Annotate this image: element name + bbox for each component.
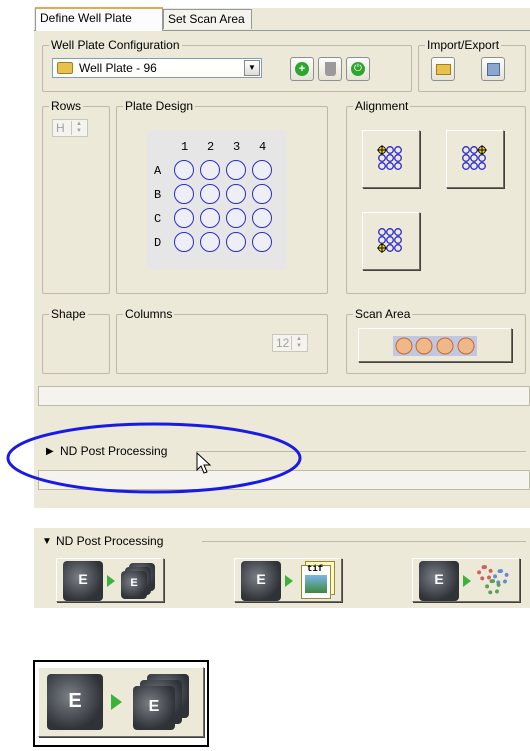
tab-define-well-plate[interactable]: Define Well Plate [35, 7, 163, 31]
well[interactable] [200, 184, 220, 204]
tab-set-scan-area[interactable]: Set Scan Area [163, 9, 252, 29]
scan-area-title: Scan Area [353, 307, 413, 321]
well-plate-select[interactable]: Well Plate - 96 ▼ [52, 58, 262, 78]
rows-value: H [56, 121, 65, 135]
status-bar [38, 386, 530, 406]
columns-stepper[interactable]: 12 ▲ ▼ [272, 334, 308, 352]
play-arrow-icon [107, 575, 115, 587]
save-icon [487, 63, 500, 76]
open-folder-icon [436, 64, 451, 75]
folder-icon [57, 62, 73, 74]
nis-elements-icon: E [419, 561, 459, 601]
plate-row-label: D [154, 236, 162, 250]
nis-elements-icon: E [63, 561, 103, 601]
align-top-right-button[interactable] [446, 130, 504, 188]
well[interactable] [200, 208, 220, 228]
import-export-title: Import/Export [425, 38, 502, 52]
columns-value: 12 [276, 336, 290, 350]
tif-images-icon: tif [299, 561, 335, 599]
gears-icon [477, 565, 513, 597]
shape-title: Shape [49, 307, 88, 321]
well[interactable] [252, 184, 272, 204]
well-plate-config-title: Well Plate Configuration [49, 38, 182, 52]
play-arrow-icon [111, 694, 122, 710]
trash-icon [325, 62, 336, 76]
rows-title: Rows [49, 99, 84, 113]
align-top-right-icon [462, 145, 487, 170]
well[interactable] [174, 184, 194, 204]
import-button[interactable] [431, 57, 455, 81]
rows-stepper[interactable]: H ▲ ▼ [52, 119, 88, 137]
alignment-title: Alignment [353, 99, 411, 113]
expanded-arrow-icon[interactable]: ▼ [42, 536, 52, 547]
add-plate-button[interactable]: + [290, 57, 314, 81]
shape-group: Shape [42, 307, 110, 374]
align-top-left-button[interactable] [362, 130, 420, 188]
nd-batch-process-button[interactable]: E [412, 558, 520, 602]
nd-process-stack-button-zoomed[interactable]: E E [38, 667, 204, 737]
well-plate-select-value: Well Plate - 96 [79, 61, 157, 75]
align-bottom-left-button[interactable] [362, 212, 420, 270]
plate-design-title: Plate Design [123, 99, 196, 113]
align-bottom-left-icon [377, 228, 402, 253]
plate-col-label: 3 [233, 140, 241, 154]
nis-elements-icon: E [47, 674, 103, 730]
export-button[interactable] [481, 57, 505, 81]
align-top-left-icon [377, 145, 402, 170]
well[interactable] [174, 232, 194, 252]
well[interactable] [200, 160, 220, 180]
nd-export-tif-button[interactable]: E tif [234, 558, 342, 602]
plate-col-label: 4 [259, 140, 267, 154]
nd-process-stack-button[interactable]: E E [56, 558, 164, 602]
well[interactable] [226, 208, 246, 228]
well[interactable] [174, 160, 194, 180]
well[interactable] [252, 208, 272, 228]
power-icon: ⏻ [351, 62, 365, 76]
well[interactable] [252, 160, 272, 180]
plate-row-label: B [154, 188, 162, 202]
apply-plate-button[interactable]: ⏻ [346, 57, 370, 81]
plate-col-label: 1 [181, 140, 189, 154]
scan-wells-icon [393, 336, 477, 356]
delete-plate-button[interactable] [318, 57, 342, 81]
chevron-down-icon[interactable]: ▼ [244, 60, 260, 76]
play-arrow-icon [463, 575, 471, 587]
plate-col-label: 2 [207, 140, 215, 154]
well[interactable] [174, 208, 194, 228]
well[interactable] [226, 160, 246, 180]
image-stack-icon: E [121, 563, 157, 599]
highlight-ellipse [6, 422, 302, 494]
stepper-arrows-icon: ▲ ▼ [71, 121, 86, 135]
section-divider [202, 541, 526, 542]
image-stack-icon: E [133, 674, 193, 732]
scan-area-button[interactable] [358, 328, 512, 362]
plate-row-label: A [154, 164, 162, 178]
add-icon: + [295, 62, 309, 76]
well[interactable] [200, 232, 220, 252]
well[interactable] [226, 232, 246, 252]
nis-elements-icon: E [241, 561, 281, 601]
well[interactable] [226, 184, 246, 204]
play-arrow-icon [285, 575, 293, 587]
columns-title: Columns [123, 307, 175, 321]
stepper-arrows-icon: ▲ ▼ [291, 336, 306, 350]
nd-post-processing-expanded-header[interactable]: ND Post Processing [56, 534, 163, 548]
well[interactable] [252, 232, 272, 252]
plate-row-label: C [154, 212, 162, 226]
